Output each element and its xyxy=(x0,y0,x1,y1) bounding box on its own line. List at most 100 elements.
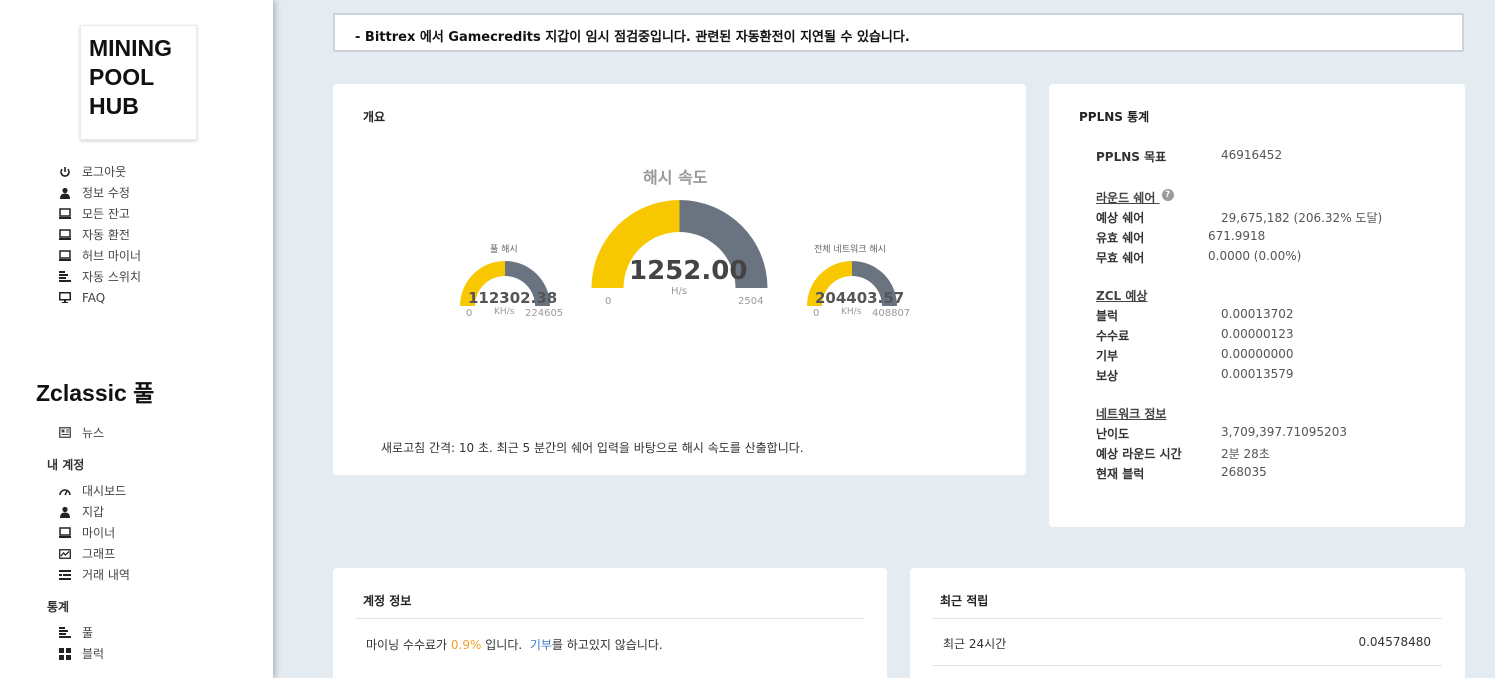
network-gauge-max: 408807 xyxy=(872,308,911,319)
overview-title: 개요 xyxy=(363,110,386,124)
nav-label: 자동 환전 xyxy=(82,228,130,242)
recent-credits-title: 최근 적립 xyxy=(940,594,989,608)
stats-nav: 풀 블럭 xyxy=(58,622,104,664)
divider xyxy=(355,618,865,619)
nav-faq[interactable]: FAQ xyxy=(58,287,141,308)
chart-icon xyxy=(58,547,72,561)
nav-label: 마이너 xyxy=(82,526,116,540)
nav-label: 자동 스위치 xyxy=(82,270,142,284)
nav-news[interactable]: 뉴스 xyxy=(58,422,104,443)
bars-icon xyxy=(58,626,72,640)
pool-gauge-unit: KH/s xyxy=(494,307,515,317)
round-row-value: 0.0000 (0.00%) xyxy=(1208,249,1302,263)
network-row-label: 예상 라운드 시간 xyxy=(1096,447,1182,461)
dashboard-icon xyxy=(58,484,72,498)
main-gauge-value: 1252.00 xyxy=(629,256,748,286)
notice-banner: - Bittrex 에서 Gamecredits 지갑이 임시 점검중입니다. … xyxy=(333,13,1464,52)
zcl-row-value: 0.00000000 xyxy=(1221,347,1294,361)
divider xyxy=(932,665,1442,666)
zcl-row-label: 기부 xyxy=(1096,349,1119,363)
network-row-value: 268035 xyxy=(1221,465,1267,479)
nav-label: 로그아웃 xyxy=(82,165,127,179)
pplns-title: PPLNS 통계 xyxy=(1079,110,1150,124)
recent-credits-card: 최근 적립 최근 24시간 0.04578480 xyxy=(910,568,1465,678)
power-icon xyxy=(58,165,72,179)
nav-label: 허브 마이너 xyxy=(82,249,142,263)
main-gauge-unit: H/s xyxy=(671,286,688,297)
user-icon xyxy=(58,505,72,519)
network-gauge-title: 전체 네트워크 해시 xyxy=(814,245,886,255)
logo[interactable]: MINING POOL HUB xyxy=(80,25,197,140)
stats-section-title: 통계 xyxy=(47,600,70,614)
nav-all-balances[interactable]: 모든 잔고 xyxy=(58,203,141,224)
round-row-label: 무효 쉐어 xyxy=(1096,251,1145,265)
fee-value: 0.9% xyxy=(450,638,482,652)
nav-label: 뉴스 xyxy=(82,426,105,440)
logo-line: MINING xyxy=(89,35,173,61)
nav-label: 거래 내역 xyxy=(82,568,130,582)
network-row-value: 3,709,397.71095203 xyxy=(1221,425,1347,439)
donate-suffix: 를 하고있지 않습니다. xyxy=(551,638,663,652)
main-gauge-title: 해시 속도 xyxy=(643,168,708,187)
account-nav: 대시보드 지갑 마이너 그래프 거래 내역 xyxy=(58,480,130,585)
divider xyxy=(932,618,1442,619)
nav-graph[interactable]: 그래프 xyxy=(58,543,130,564)
nav-label: 풀 xyxy=(82,626,94,640)
round-shares-link[interactable]: 라운드 쉐어 xyxy=(1096,191,1155,205)
nav-hub-miner[interactable]: 허브 마이너 xyxy=(58,245,141,266)
zcl-row-value: 0.00013579 xyxy=(1221,367,1294,381)
network-gauge-value: 204403.57 xyxy=(815,289,905,307)
nav-label: 대시보드 xyxy=(82,484,127,498)
fee-suffix: 입니다. xyxy=(481,638,530,652)
nav-blocks[interactable]: 블럭 xyxy=(58,643,104,664)
main-gauge-min: 0 xyxy=(605,296,612,307)
round-row-value: 671.9918 xyxy=(1208,229,1266,243)
nav-label: 정보 수정 xyxy=(82,186,130,200)
pplns-target-label: PPLNS 목표 xyxy=(1096,150,1167,164)
network-info-heading[interactable]: 네트워크 정보 xyxy=(1096,405,1166,422)
nav-logout[interactable]: 로그아웃 xyxy=(58,161,141,182)
donate-link[interactable]: 기부 xyxy=(530,638,552,652)
news-nav: 뉴스 xyxy=(58,422,104,443)
nav-miner[interactable]: 마이너 xyxy=(58,522,130,543)
pool-gauge-title: 풀 해시 xyxy=(490,245,518,255)
round-row-label: 예상 쉐어 xyxy=(1096,211,1145,225)
nav-pool-stats[interactable]: 풀 xyxy=(58,622,104,643)
main-gauge-max: 2504 xyxy=(738,296,764,307)
nav-edit-profile[interactable]: 정보 수정 xyxy=(58,182,141,203)
sidebar: MINING POOL HUB 로그아웃 정보 수정 모든 잔고 자동 환전 허… xyxy=(0,0,273,678)
zcl-estimate-heading[interactable]: ZCL 예상 xyxy=(1096,287,1147,304)
logo-line: POOL xyxy=(89,64,155,90)
nav-auto-exchange[interactable]: 자동 환전 xyxy=(58,224,141,245)
round-row-label: 유효 쉐어 xyxy=(1096,231,1145,245)
round-shares-heading[interactable]: 라운드 쉐어 ? xyxy=(1096,189,1174,206)
fee-info: 마이닝 수수료가 0.9% 입니다. 기부를 하고있지 않습니다. xyxy=(366,636,663,653)
nav-label: 그래프 xyxy=(82,547,116,561)
overview-card: 개요 해시 속도 1252.00 H/s 0 2504 풀 해시 112302.… xyxy=(333,84,1026,475)
round-row-value: 29,675,182 (206.32% 도달) xyxy=(1221,211,1383,225)
nav-label: 모든 잔고 xyxy=(82,207,130,221)
nav-label: 지갑 xyxy=(82,505,105,519)
nav-auto-switch[interactable]: 자동 스위치 xyxy=(58,266,141,287)
grid-icon xyxy=(58,647,72,661)
zcl-row-label: 수수료 xyxy=(1096,329,1130,343)
nav-wallet[interactable]: 지갑 xyxy=(58,501,130,522)
pplns-target-value: 46916452 xyxy=(1221,148,1283,162)
nav-transactions[interactable]: 거래 내역 xyxy=(58,564,130,585)
nav-dashboard[interactable]: 대시보드 xyxy=(58,480,130,501)
desktop-icon xyxy=(58,291,72,305)
notice-text: - Bittrex 에서 Gamecredits 지갑이 임시 점검중입니다. … xyxy=(355,30,910,45)
zcl-row-label: 보상 xyxy=(1096,369,1119,383)
network-gauge-unit: KH/s xyxy=(841,307,862,317)
help-icon[interactable]: ? xyxy=(1161,189,1174,201)
account-section-title: 내 계정 xyxy=(47,458,85,472)
pool-gauge-max: 224605 xyxy=(525,308,564,319)
zcl-row-value: 0.00013702 xyxy=(1221,307,1294,321)
bars-icon xyxy=(58,270,72,284)
network-gauge-min: 0 xyxy=(813,308,820,319)
account-info-card: 계정 정보 마이닝 수수료가 0.9% 입니다. 기부를 하고있지 않습니다. xyxy=(333,568,887,678)
logo-line: HUB xyxy=(89,93,139,119)
refresh-note: 새로고침 간격: 10 초. 최근 5 분간의 쉐어 입력을 바탕으로 해시 속… xyxy=(381,441,804,455)
account-info-title: 계정 정보 xyxy=(363,594,412,608)
pplns-stats-card: PPLNS 통계 PPLNS 목표 46916452 라운드 쉐어 ? 예상 쉐… xyxy=(1049,84,1465,527)
